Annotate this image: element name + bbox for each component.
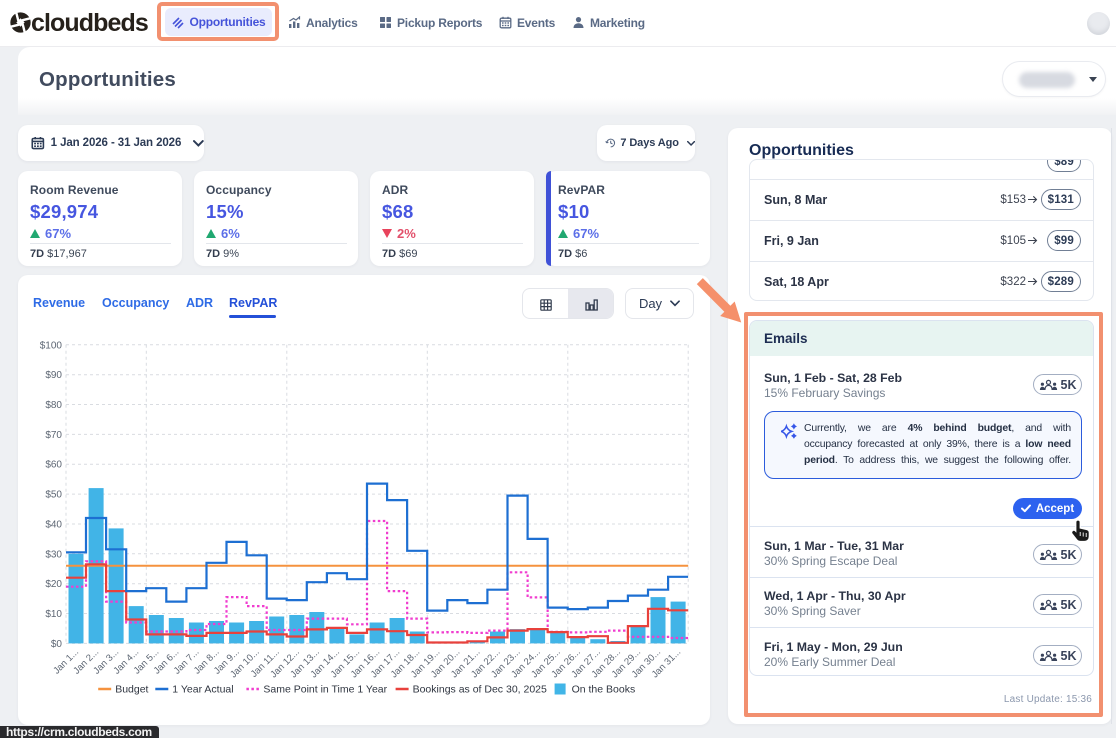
svg-text:$10: $10 [45, 609, 62, 620]
svg-text:$80: $80 [45, 400, 62, 411]
svg-text:1 Year Actual: 1 Year Actual [172, 684, 233, 696]
svg-text:$20: $20 [45, 579, 62, 590]
svg-text:$30: $30 [45, 549, 62, 560]
svg-text:$90: $90 [45, 370, 62, 381]
svg-text:$60: $60 [45, 460, 62, 471]
svg-text:Bookings as of Dec 30, 2025: Bookings as of Dec 30, 2025 [413, 684, 547, 696]
svg-text:$70: $70 [45, 430, 62, 441]
svg-text:On the Books: On the Books [572, 684, 636, 696]
svg-text:$40: $40 [45, 520, 62, 531]
svg-text:Budget: Budget [115, 684, 148, 696]
svg-text:$50: $50 [45, 490, 62, 501]
svg-text:$0: $0 [51, 639, 63, 650]
svg-text:Same Point in Time 1 Year: Same Point in Time 1 Year [263, 684, 387, 696]
svg-text:$100: $100 [40, 340, 63, 351]
